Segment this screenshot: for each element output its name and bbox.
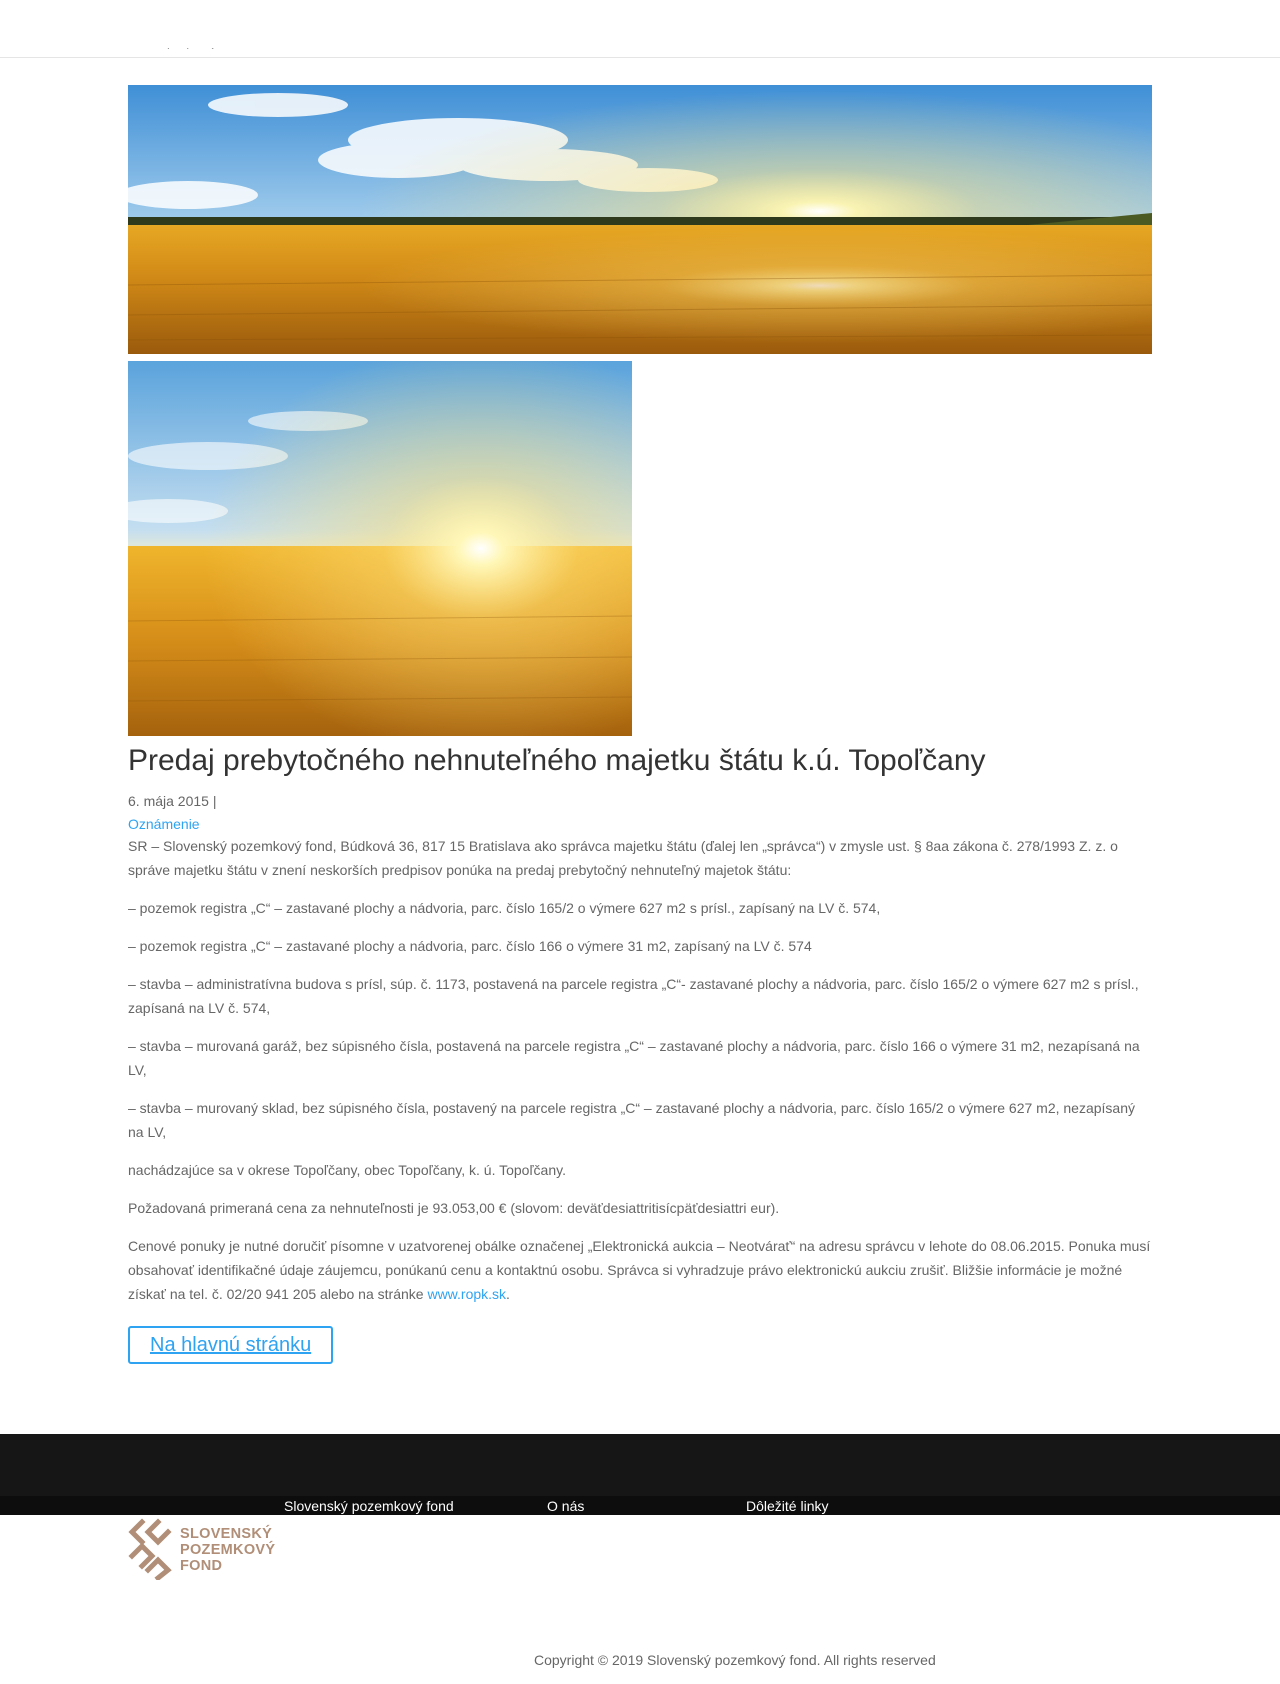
footer-nav-about[interactable]: O nás — [547, 1497, 584, 1515]
home-button[interactable]: Na hlavnú stránku — [128, 1326, 334, 1364]
footer-nav-spf[interactable]: Slovenský pozemkový fond — [284, 1497, 454, 1515]
offers-text: Cenové ponuky je nutné doručiť písomne v… — [128, 1238, 1151, 1302]
article-price: Požadovaná primeraná cena za nehnuteľnos… — [128, 1200, 780, 1216]
logo-mark-icon — [128, 1518, 172, 1582]
article-content: Predaj prebytočného nehnuteľného majetku… — [128, 738, 1152, 1364]
ropk-link[interactable]: www.ropk.sk — [427, 1286, 506, 1302]
article-item-2: – pozemok registra „C“ – zastavané ploch… — [128, 938, 812, 954]
article-intro: SR – Slovenský pozemkový fond, Búdková 3… — [128, 838, 1118, 878]
post-date: 6. mája 2015 | — [128, 793, 217, 809]
post-meta: 6. mája 2015 | Oznámenie — [128, 791, 1152, 834]
article-item-3: – stavba – administratívna budova s prís… — [128, 976, 1139, 1016]
article-offers: Cenové ponuky je nutné doručiť písomne v… — [128, 1234, 1152, 1306]
article-location: nachádzajúce sa v okrese Topoľčany, obec… — [128, 1162, 566, 1178]
logo-line-2: POZEMKOVÝ — [180, 1542, 276, 1558]
offers-end: . — [506, 1286, 510, 1302]
hero-banner-image — [128, 85, 1152, 354]
site-header: pozemky, ktoré p — [0, 0, 1280, 58]
footer-nav-links[interactable]: Dôležité linky — [746, 1497, 828, 1515]
footer-logo: SLOVENSKÝ POZEMKOVÝ FOND — [128, 1518, 288, 1582]
header-cut-text: pozemky, ktoré p — [128, 40, 226, 49]
logo-text: SLOVENSKÝ POZEMKOVÝ FOND — [180, 1526, 275, 1574]
footer-nav: Slovenský pozemkový fond O nás Dôležité … — [0, 1496, 1280, 1515]
logo-line-1: SLOVENSKÝ — [180, 1526, 273, 1542]
logo-line-3: FOND — [180, 1558, 223, 1574]
article-item-5: – stavba – murovaný sklad, bez súpisného… — [128, 1100, 1135, 1140]
article-title: Predaj prebytočného nehnuteľného majetku… — [128, 744, 986, 777]
article-item-1: – pozemok registra „C“ – zastavané ploch… — [128, 900, 881, 916]
article-item-4: – stavba – murovaná garáž, bez súpisného… — [128, 1038, 1140, 1078]
copyright: Copyright © 2019 Slovenský pozemkový fon… — [534, 1652, 936, 1668]
category-link[interactable]: Oznámenie — [128, 814, 200, 834]
article-featured-image — [128, 361, 632, 736]
